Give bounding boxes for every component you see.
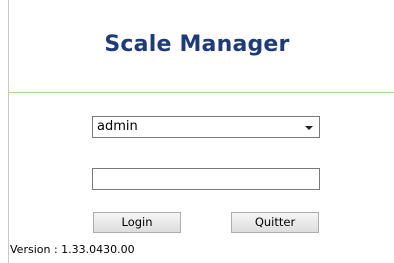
user-select-value: admin [97,119,138,134]
password-field[interactable] [92,168,320,190]
header-divider [9,92,394,93]
login-window: Scale Manager admin Login Quitter Versio… [0,0,394,263]
version-label: Version : 1.33.0430.00 [10,243,135,256]
quit-button[interactable]: Quitter [231,212,319,233]
chevron-down-icon[interactable] [305,126,313,130]
user-select[interactable]: admin [92,116,320,138]
app-title: Scale Manager [104,32,290,57]
login-button[interactable]: Login [93,212,181,233]
